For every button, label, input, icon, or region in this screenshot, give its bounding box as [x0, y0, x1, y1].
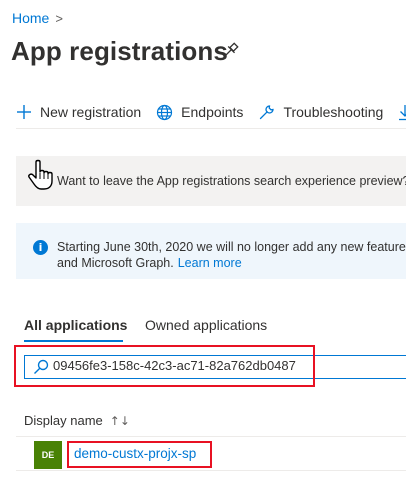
tab-all-applications[interactable]: All applications: [24, 317, 127, 333]
learn-more-link[interactable]: Learn more: [178, 256, 242, 270]
tab-selected-indicator: [24, 340, 123, 342]
column-header-display-name[interactable]: Display name ↑↓: [24, 413, 130, 428]
search-highlight-box: [14, 345, 315, 387]
page-title: App registrations: [11, 36, 228, 66]
info-banner-line2: and Microsoft Graph. Learn more: [57, 256, 242, 270]
troubleshooting-label: Troubleshooting: [283, 104, 384, 120]
new-registration-label: New registration: [40, 104, 142, 120]
info-icon: i: [33, 240, 48, 255]
hand-cursor-icon: [27, 158, 57, 192]
endpoints-label: Endpoints: [181, 104, 244, 120]
app-highlight-box: [67, 441, 212, 468]
download-icon: [399, 104, 406, 120]
breadcrumb: Home >: [12, 10, 63, 26]
app-avatar: DE: [34, 441, 62, 469]
download-button[interactable]: [398, 104, 406, 121]
plus-icon: [17, 105, 31, 119]
header-divider: [16, 436, 406, 437]
new-registration-button[interactable]: New registration: [16, 104, 141, 120]
breadcrumb-separator: >: [55, 10, 63, 26]
info-banner-line2-text: and Microsoft Graph.: [57, 256, 174, 270]
globe-icon: [157, 104, 173, 120]
breadcrumb-home-link[interactable]: Home: [12, 10, 49, 26]
pin-icon[interactable]: [221, 40, 241, 60]
command-bar: New registration Endpoints Troubleshooti…: [16, 100, 406, 124]
tab-owned-applications[interactable]: Owned applications: [145, 317, 267, 333]
info-banner-line1: Starting June 30th, 2020 we will no long…: [57, 240, 406, 254]
preview-banner-text: Want to leave the App registrations sear…: [57, 174, 406, 188]
sort-icon: ↑↓: [109, 413, 130, 428]
row-divider: [16, 470, 406, 471]
column-header-label: Display name: [24, 413, 103, 428]
troubleshooting-button[interactable]: Troubleshooting: [258, 104, 383, 121]
wrench-icon: [260, 104, 275, 119]
endpoints-button[interactable]: Endpoints: [156, 104, 243, 121]
toolbar-divider: [16, 128, 406, 129]
